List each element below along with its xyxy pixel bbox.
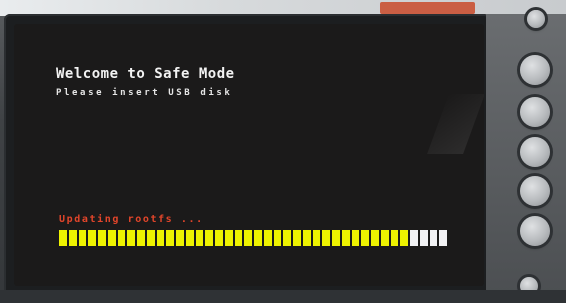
progress-segment-filled bbox=[88, 230, 96, 246]
softkey-button-5[interactable] bbox=[520, 216, 550, 246]
progress-segment-filled bbox=[78, 230, 87, 246]
progress-segment-filled bbox=[283, 230, 291, 246]
progress-segment-filled bbox=[332, 230, 340, 246]
progress-segment-filled bbox=[176, 230, 184, 246]
progress-segment-filled bbox=[380, 230, 389, 246]
progress-segment-filled bbox=[117, 230, 126, 246]
progress-segment-filled bbox=[68, 230, 77, 246]
device-photo: Welcome to Safe Mode Please insert USB d… bbox=[0, 0, 566, 303]
progress-segment-filled bbox=[59, 230, 67, 246]
progress-segment-filled bbox=[254, 230, 262, 246]
progress-segment-filled bbox=[322, 230, 330, 246]
progress-segment-filled bbox=[146, 230, 155, 246]
progress-segment-filled bbox=[215, 230, 223, 246]
progress-segment-filled bbox=[156, 230, 165, 246]
progress-segment-empty bbox=[419, 230, 428, 246]
progress-segment-filled bbox=[390, 230, 399, 246]
progress-segment-filled bbox=[293, 230, 301, 246]
progress-segment-empty bbox=[429, 230, 438, 246]
softkey-button-2[interactable] bbox=[520, 97, 550, 127]
progress-segment-empty bbox=[410, 230, 418, 246]
progress-segment-filled bbox=[371, 230, 379, 246]
progress-segment-filled bbox=[244, 230, 252, 246]
softkey-button-1[interactable] bbox=[520, 55, 550, 85]
safe-mode-title: Welcome to Safe Mode bbox=[56, 66, 235, 82]
progress-segment-filled bbox=[224, 230, 233, 246]
usb-prompt-text: Please insert USB disk bbox=[56, 88, 233, 98]
progress-segment-filled bbox=[234, 230, 243, 246]
top-small-button[interactable] bbox=[527, 10, 545, 28]
progress-segment-empty bbox=[439, 230, 447, 246]
progress-segment-filled bbox=[205, 230, 213, 246]
progress-segment-filled bbox=[263, 230, 272, 246]
progress-segment-filled bbox=[195, 230, 204, 246]
progress-segment-filled bbox=[302, 230, 311, 246]
progress-segment-filled bbox=[361, 230, 369, 246]
update-status-text: Updating rootfs ... bbox=[59, 214, 204, 225]
progress-segment-filled bbox=[107, 230, 116, 246]
progress-segment-filled bbox=[127, 230, 135, 246]
screen-glare bbox=[427, 94, 484, 154]
progress-segment-filled bbox=[312, 230, 321, 246]
softkey-button-4[interactable] bbox=[520, 176, 550, 206]
progress-segment-filled bbox=[341, 230, 350, 246]
progress-segment-filled bbox=[166, 230, 174, 246]
progress-segment-filled bbox=[137, 230, 145, 246]
progress-segment-filled bbox=[400, 230, 408, 246]
bottom-rim bbox=[0, 290, 566, 303]
softkey-button-3[interactable] bbox=[520, 137, 550, 167]
progress-segment-filled bbox=[273, 230, 282, 246]
progress-segment-filled bbox=[351, 230, 360, 246]
update-progress-bar bbox=[59, 230, 447, 246]
brand-label-strip bbox=[380, 2, 475, 14]
progress-segment-filled bbox=[98, 230, 106, 246]
progress-segment-filled bbox=[185, 230, 194, 246]
display-screen: Welcome to Safe Mode Please insert USB d… bbox=[14, 24, 484, 286]
